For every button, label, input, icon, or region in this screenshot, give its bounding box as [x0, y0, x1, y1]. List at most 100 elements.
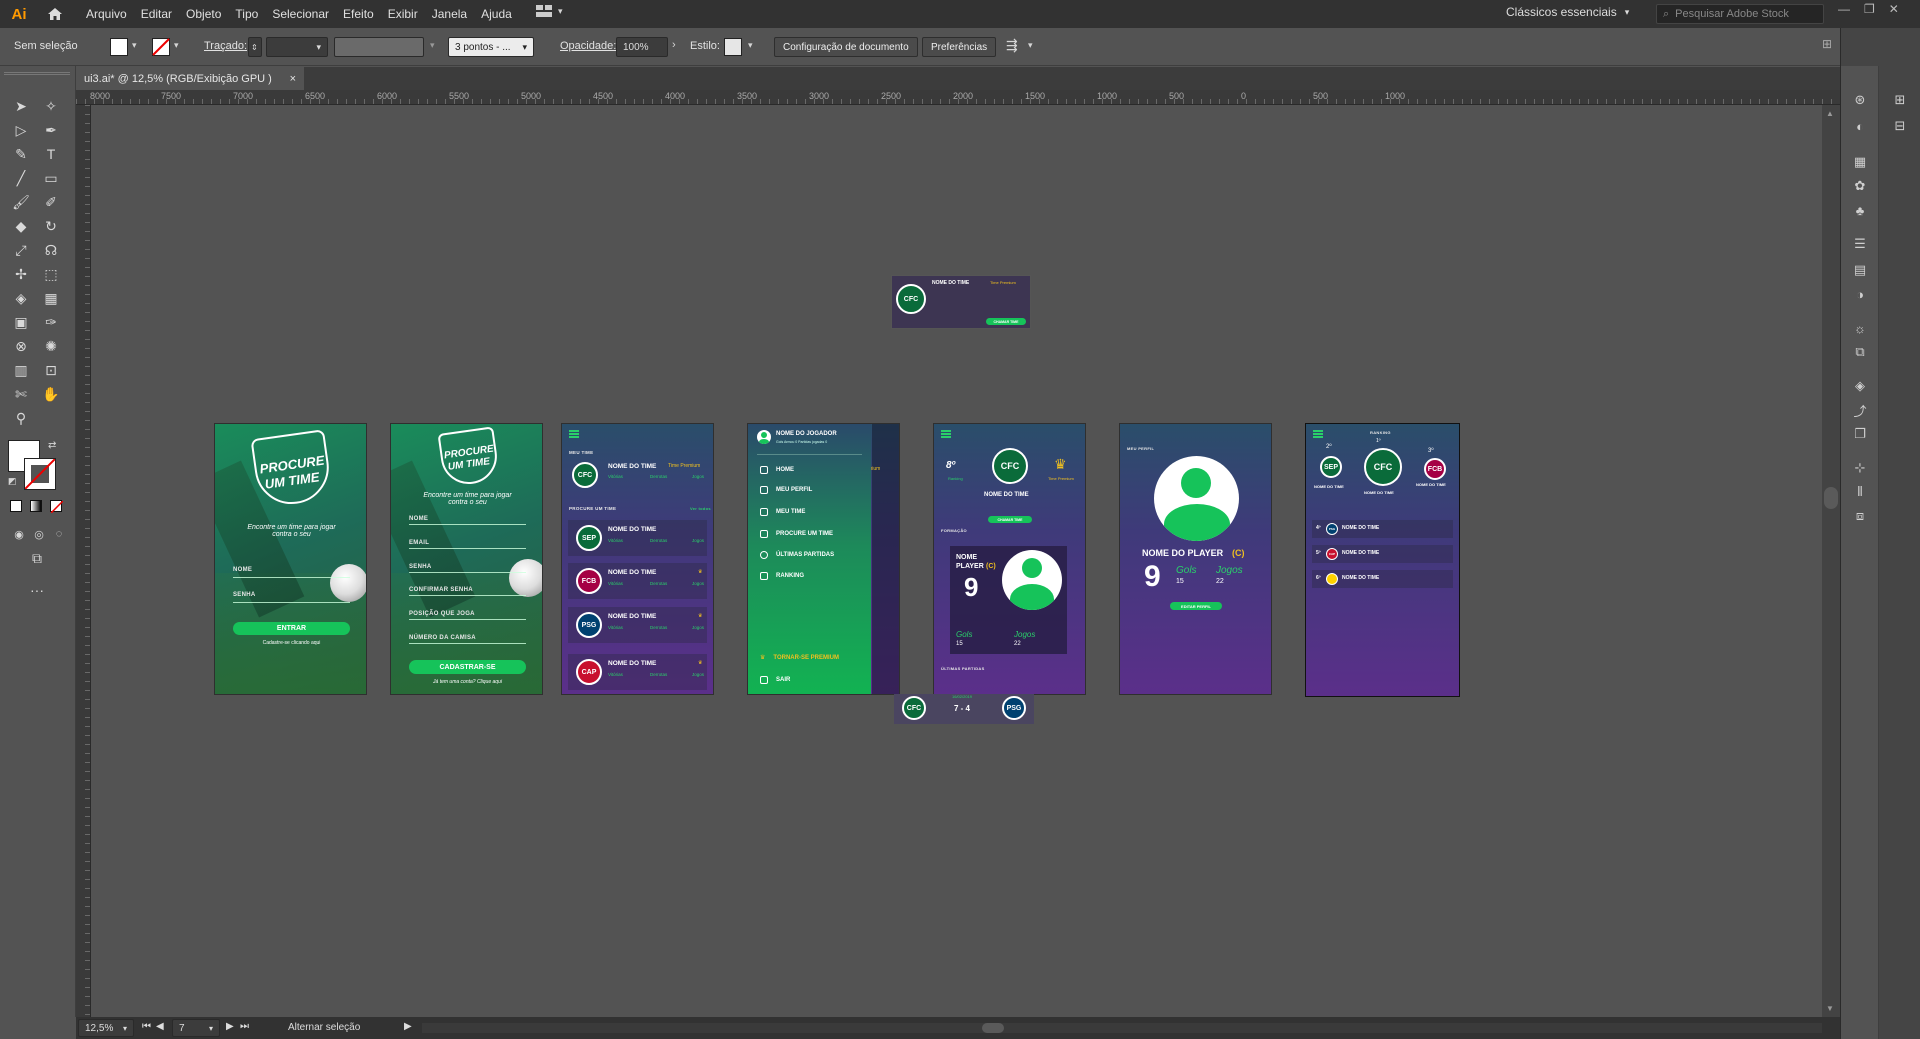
chevron-down-icon[interactable]: ▾ [430, 40, 435, 51]
first-artboard-icon[interactable]: ⏮ [142, 1021, 151, 1032]
chevron-right-icon[interactable]: › [672, 39, 676, 51]
call-team-button[interactable]: CHAMAR TIME [988, 516, 1032, 523]
menu-my-team[interactable]: MEU TIME [760, 508, 805, 516]
color-icon[interactable]: ◐ [1849, 116, 1871, 136]
menu-home[interactable]: HOME [760, 466, 794, 474]
menu-objeto[interactable]: Objeto [186, 7, 221, 21]
layers-icon[interactable]: ◈ [1849, 376, 1871, 396]
panel-menu-icon[interactable]: ⊞ [1822, 37, 1832, 51]
magic-wand-icon[interactable]: ✧ [40, 96, 62, 116]
team-row[interactable]: FCB NOME DO TIME ♛ Vitórias Derrotas Jog… [568, 563, 707, 599]
menu-profile[interactable]: MEU PERFIL [760, 486, 812, 494]
libraries-icon[interactable]: ⊞ [1889, 90, 1911, 110]
pen-tool-icon[interactable]: ✒ [40, 120, 62, 140]
menu-last-matches[interactable]: ÚLTIMAS PARTIDAS [760, 551, 834, 559]
edit-toolbar-icon[interactable]: ··· [26, 580, 48, 600]
rectangle-tool-icon[interactable]: ▭ [40, 168, 62, 188]
home-icon[interactable] [44, 3, 66, 25]
artboard-profile[interactable]: MEU PERFIL NOME DO PLAYER (C) 9 Gols 15 … [1119, 423, 1272, 695]
menu-selecionar[interactable]: Selecionar [272, 7, 329, 21]
menu-premium[interactable]: ♛ TORNAR-SE PREMIUM [760, 654, 839, 662]
ranking-row[interactable]: 4º PSG NOME DO TIME [1312, 520, 1453, 538]
stroke-swatch[interactable] [152, 38, 170, 56]
hamburger-menu-icon[interactable] [941, 430, 951, 438]
artboard-number-input[interactable]: 7 ▾ [172, 1019, 220, 1037]
signup-link[interactable]: Cadastre-se clicando aqui [233, 640, 350, 646]
field-underline[interactable] [409, 595, 526, 596]
stroke-label[interactable]: Traçado: [204, 40, 247, 52]
align-panel-icon[interactable]: ⫴ [1849, 482, 1871, 502]
stroke-icon[interactable]: ☰ [1849, 234, 1871, 254]
slice-tool-icon[interactable]: ✄ [10, 384, 32, 404]
color-guide-icon[interactable]: ⊛ [1849, 90, 1871, 110]
minimize-icon[interactable]: — [1838, 2, 1850, 16]
enter-button[interactable]: ENTRAR [233, 622, 350, 635]
my-team-row[interactable]: CFC NOME DO TIME Time Premium Vitórias D… [568, 459, 707, 495]
shape-builder-icon[interactable]: ◈ [10, 288, 32, 308]
variable-width-select[interactable] [334, 37, 424, 57]
artboard-team-detail[interactable]: 8º Ranking CFC ♛ Time Premium NOME DO TI… [933, 423, 1086, 695]
arrange-icon[interactable]: ⇶ [1006, 37, 1018, 54]
hamburger-menu-icon[interactable] [1313, 430, 1323, 438]
stroke-stepper[interactable]: ⇕ [248, 37, 262, 57]
rotate-tool-icon[interactable]: ↻ [40, 216, 62, 236]
artboard-menu[interactable]: Time Premium NOME DO JOGADOR Gols Armou … [747, 423, 900, 695]
prev-artboard-icon[interactable]: ◀ [156, 1021, 164, 1032]
type-tool-icon[interactable]: T [40, 144, 62, 164]
next-artboard-icon[interactable]: ▶ [226, 1021, 234, 1032]
opacity-label[interactable]: Opacidade: [560, 40, 616, 52]
draw-behind-icon[interactable]: ◎ [28, 524, 50, 544]
properties-panel-icon[interactable]: ⊟ [1889, 116, 1911, 136]
none-mode-icon[interactable] [50, 500, 64, 514]
workspace-switcher[interactable]: Clássicos essenciais ▾ [1506, 5, 1629, 19]
menu-tipo[interactable]: Tipo [235, 7, 258, 21]
graphic-style-swatch[interactable] [724, 38, 742, 56]
appearance-icon[interactable]: ☼ [1849, 318, 1871, 338]
eraser-tool-icon[interactable]: ◆ [10, 216, 32, 236]
close-icon[interactable]: ✕ [1889, 2, 1899, 16]
close-tab-icon[interactable]: × [290, 73, 296, 85]
selection-tool-icon[interactable]: ➤ [10, 96, 32, 116]
shaper-tool-icon[interactable]: ✐ [40, 192, 62, 212]
pathfinder-icon[interactable]: ⧈ [1849, 506, 1871, 526]
menu-find-team[interactable]: PROCURE UM TIME [760, 530, 833, 538]
register-button[interactable]: CADASTRAR-SE [409, 660, 526, 674]
document-tab[interactable]: ui3.ai* @ 12,5% (RGB/Exibição GPU ) × [76, 67, 304, 90]
canvas[interactable]: PROCURE UM TIME Encontre um time para jo… [91, 105, 1822, 1017]
paintbrush-tool-icon[interactable]: 🖌 [10, 192, 32, 212]
line-tool-icon[interactable]: ╱ [10, 168, 32, 188]
nome-field-underline[interactable] [233, 577, 350, 578]
gradient-tool-icon[interactable]: ▣ [10, 312, 32, 332]
perspective-grid-icon[interactable]: ▦ [40, 288, 62, 308]
puppet-warp-icon[interactable]: ✢ [10, 264, 32, 284]
field-underline[interactable] [409, 643, 526, 644]
curvature-tool-icon[interactable]: ✎ [10, 144, 32, 164]
color-mode-icon[interactable] [10, 500, 22, 512]
zoom-tool-icon[interactable]: ⚲ [10, 408, 32, 428]
asset-export-icon[interactable]: ❐ [1849, 424, 1871, 444]
scale-tool-icon[interactable]: ⤢ [10, 240, 32, 260]
transparency-icon[interactable]: ◑ [1849, 284, 1871, 304]
scroll-thumb[interactable] [982, 1023, 1004, 1033]
last-artboard-icon[interactable]: ⏭ [240, 1021, 249, 1032]
artboard-register[interactable]: PROCURE UM TIME Encontre um time para jo… [390, 423, 543, 695]
chevron-down-icon[interactable]: ▾ [174, 40, 179, 51]
warp-tool-icon[interactable]: ☊ [40, 240, 62, 260]
swatches-icon[interactable]: ▦ [1849, 152, 1871, 172]
scroll-up-icon[interactable]: ▲ [1826, 109, 1834, 118]
ranking-row[interactable]: 5º CAP NOME DO TIME [1312, 545, 1453, 563]
team-card-popup[interactable]: CFC NOME DO TIME Time Premium CHAMAR TIM… [891, 275, 1031, 329]
menu-exibir[interactable]: Exibir [388, 7, 418, 21]
restore-icon[interactable]: ❐ [1864, 2, 1875, 16]
menu-editar[interactable]: Editar [141, 7, 172, 21]
player-card[interactable]: NOME PLAYER (C) 9 Gols 15 Jogos 22 [950, 546, 1067, 654]
team-row[interactable]: PSG NOME DO TIME ♛ Vitórias Derrotas Jog… [568, 607, 707, 643]
status-menu-icon[interactable]: ▶ [404, 1021, 412, 1032]
menu-arquivo[interactable]: Arquivo [86, 7, 127, 21]
scroll-thumb[interactable] [1824, 487, 1838, 509]
match-card[interactable]: CFC 16/02/2019 7 - 4 PSG [894, 694, 1034, 724]
artboards-icon[interactable]: ⤴ [1849, 400, 1871, 420]
menu-logout[interactable]: SAIR [760, 676, 790, 684]
horizontal-ruler[interactable]: 8000 7500 7000 6500 6000 5500 5000 4500 … [76, 90, 1840, 105]
vertical-scrollbar[interactable]: ▲ ▼ [1822, 105, 1840, 1017]
